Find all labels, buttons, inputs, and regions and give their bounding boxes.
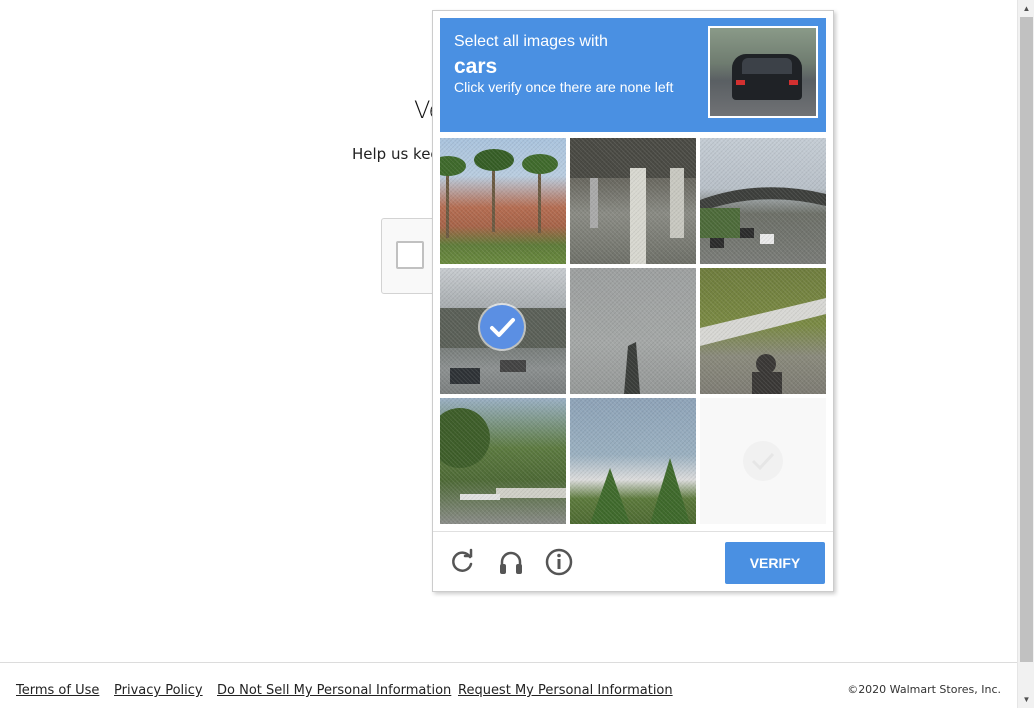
vertical-scrollbar[interactable]: ▲ ▼ [1017,0,1034,708]
captcha-tile-4[interactable] [440,268,566,394]
captcha-tile-5[interactable] [570,268,696,394]
captcha-instruction: Select all images with [454,33,608,50]
request-info-link[interactable]: Request My Personal Information [458,683,673,698]
captcha-checkbox[interactable] [396,241,424,269]
copyright-text: ©2020 Walmart Stores, Inc. [847,683,1001,696]
page-footer: Terms of Use Privacy Policy Do Not Sell … [0,662,1017,708]
captcha-tile-2[interactable] [570,138,696,264]
captcha-tile-9[interactable] [700,398,826,524]
terms-of-use-link[interactable]: Terms of Use [16,683,99,698]
privacy-policy-link[interactable]: Privacy Policy [114,683,203,698]
captcha-image-grid [440,138,826,524]
captcha-tile-3[interactable] [700,138,826,264]
captcha-tile-7[interactable] [440,398,566,524]
scroll-up-arrow-icon[interactable]: ▲ [1018,0,1034,17]
selected-check-icon [480,305,524,349]
do-not-sell-link[interactable]: Do Not Sell My Personal Information [217,683,451,698]
captcha-header: Select all images with cars Click verify… [440,18,826,132]
scroll-down-arrow-icon[interactable]: ▼ [1018,691,1034,708]
captcha-tile-1[interactable] [440,138,566,264]
scroll-thumb[interactable] [1020,17,1033,662]
captcha-hint: Click verify once there are none left [454,79,674,95]
page-subtitle: Help us kee [352,145,440,163]
reload-icon[interactable] [449,548,477,576]
captcha-challenge-dialog: Select all images with cars Click verify… [432,10,834,592]
captcha-keyword: cars [454,55,498,78]
verify-button[interactable]: VERIFY [725,542,825,584]
captcha-tile-6[interactable] [700,268,826,394]
captcha-sample-image [708,26,818,118]
audio-headphones-icon[interactable] [497,548,525,576]
info-icon[interactable] [545,548,573,576]
captcha-tile-8[interactable] [570,398,696,524]
captcha-footer: VERIFY [433,531,833,591]
